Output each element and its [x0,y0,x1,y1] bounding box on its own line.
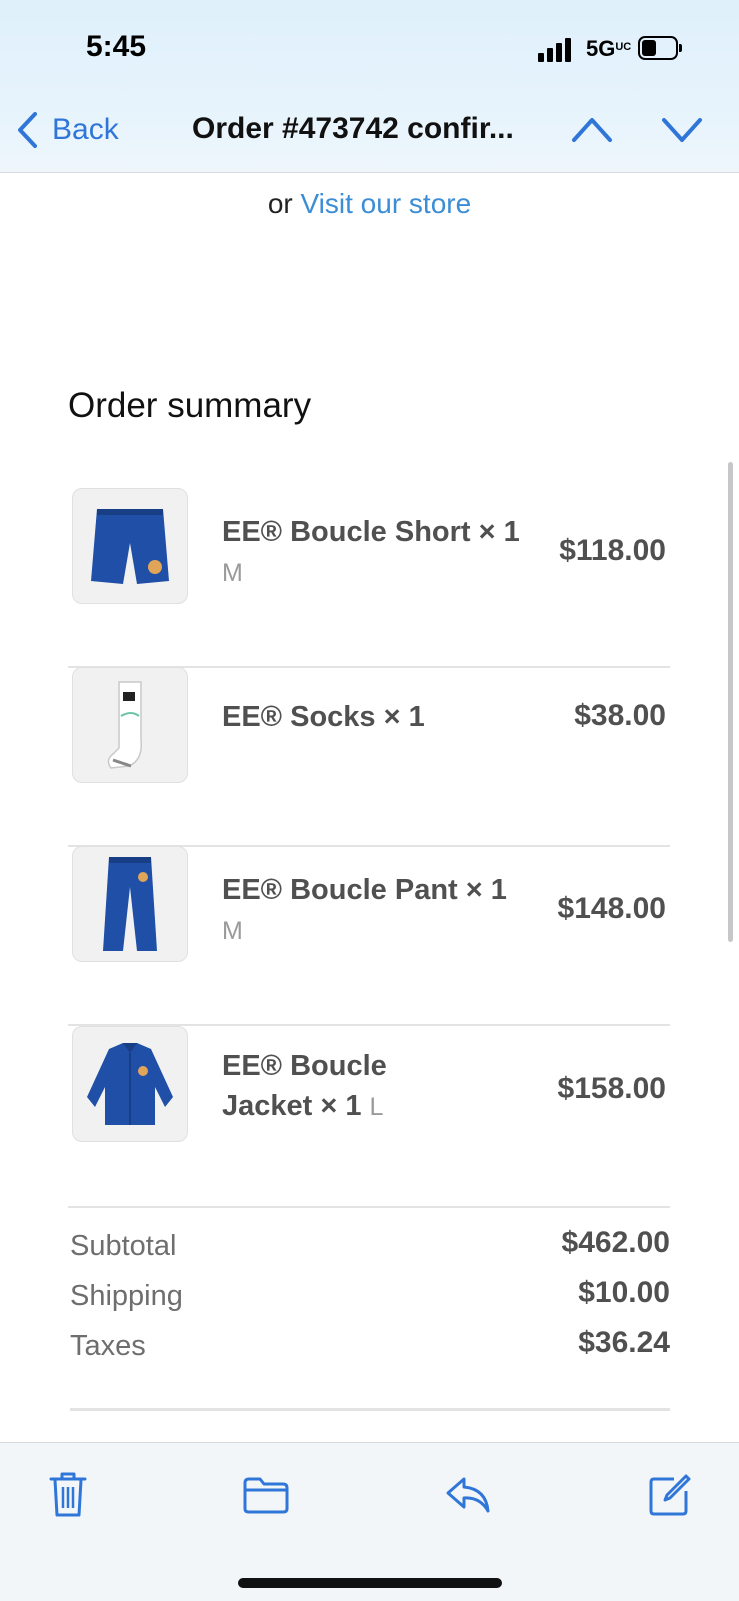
totals-divider [70,1408,670,1411]
visit-store-link[interactable]: Visit our store [301,188,472,219]
compose-icon [649,1474,691,1516]
item-price: $118.00 [559,534,666,567]
item-price: $148.00 [557,892,666,925]
item-price: $38.00 [574,699,666,732]
scrollbar[interactable] [728,462,733,942]
item-variant: M [222,559,243,587]
email-subject: Order #473742 confir... [192,112,514,145]
item-name-text: EE® Boucle Pant × 1 [222,874,507,906]
item-name: EE® Socks × 1 [222,701,425,733]
status-time: 5:45 [86,30,147,63]
white-socks-image [72,667,188,783]
compose-button[interactable] [648,1473,692,1522]
back-button[interactable]: Back [16,110,119,150]
order-summary-heading: Order summary [68,386,312,425]
chevron-left-icon [18,112,37,148]
chevron-up-icon [572,118,612,142]
taxes-row: Taxes $36.24 [70,1326,670,1376]
order-item: EE® Boucle Short × 1 M $118.00 [68,488,670,668]
item-name-text: EE® Boucle Short × 1 [222,516,520,548]
order-item: EE® Boucle Jacket × 1 L $158.00 [68,1026,670,1208]
item-variant: M [222,917,243,945]
item-name: EE® Boucle Pant × 1 M [222,870,507,951]
delete-button[interactable] [48,1471,88,1524]
visit-store-line: or Visit our store [0,188,739,220]
blue-jacket-image [72,1026,188,1142]
blue-shorts-image [72,488,188,604]
reply-button[interactable] [444,1475,492,1520]
network-indicator: 5GUC [586,36,631,62]
reply-icon [446,1477,490,1513]
order-item: EE® Socks × 1 $38.00 [68,667,670,847]
item-name-line2: Jacket × 1 [222,1090,362,1122]
battery-icon [638,36,682,60]
item-name-line1: EE® Boucle [222,1050,387,1082]
trash-icon [49,1472,87,1517]
subtotal-label: Subtotal [70,1230,177,1262]
back-label: Back [52,113,119,146]
item-name: EE® Boucle Short × 1 M [222,512,520,593]
folder-icon [243,1477,289,1514]
network-suffix: UC [615,41,632,53]
signal-icon [538,38,578,62]
item-variant: L [369,1093,384,1121]
shipping-label: Shipping [70,1280,183,1312]
mail-header: 5:45 5GUC Back Order #473742 confir... [0,0,739,173]
home-indicator[interactable] [238,1578,502,1588]
taxes-label: Taxes [70,1330,146,1362]
subtotal-row: Subtotal $462.00 [70,1226,670,1276]
next-message-button[interactable] [660,112,704,151]
item-price: $158.00 [557,1072,666,1105]
previous-message-button[interactable] [570,112,614,151]
network-label: 5G [586,36,616,61]
shipping-row: Shipping $10.00 [70,1276,670,1326]
visit-prefix: or [267,188,293,219]
shipping-value: $10.00 [578,1276,670,1309]
chevron-down-icon [662,118,702,142]
taxes-value: $36.24 [578,1326,670,1359]
item-name: EE® Boucle Jacket × 1 L [222,1046,387,1127]
move-to-folder-button[interactable] [242,1475,290,1520]
subtotal-value: $462.00 [561,1226,670,1259]
blue-pants-image [72,846,188,962]
order-item: EE® Boucle Pant × 1 M $148.00 [68,846,670,1026]
